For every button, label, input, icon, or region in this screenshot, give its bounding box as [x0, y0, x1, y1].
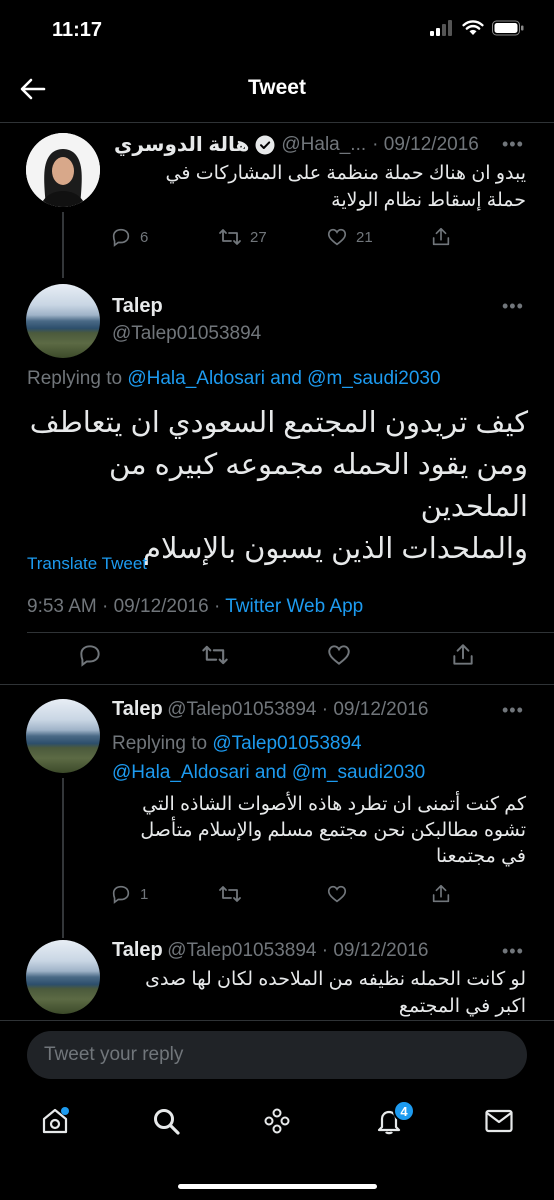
avatar-talep[interactable] [26, 284, 100, 358]
main-tweet-text: كيف تريدون المجتمع السعودي ان يتعاطف ومن… [20, 402, 528, 570]
avatar-hala[interactable] [26, 133, 100, 207]
composer-divider [0, 1020, 554, 1021]
main-text-line1: كيف تريدون المجتمع السعودي ان يتعاطف [29, 407, 528, 439]
reply1-reply-button[interactable]: 1 [110, 883, 148, 905]
header-divider [0, 122, 554, 123]
main-handle[interactable]: @Talep01053894 [112, 323, 261, 345]
tweet1-retweet-button[interactable]: 27 [218, 226, 267, 248]
reply2-text-line1: لو كانت الحمله نظيفه من الملاحده لكان له… [145, 969, 526, 990]
notifications-badge-count: 4 [400, 1103, 408, 1119]
tweet1-text-line1: يبدو ان هناك حملة منظمة على المشاركات في [165, 163, 527, 184]
status-time: 11:17 [52, 19, 103, 41]
tweet1-date: · 09/12/2016 [372, 133, 479, 155]
reply1-more-icon[interactable]: ••• [502, 700, 524, 721]
reply-icon [112, 885, 130, 904]
tweet1-share-icon[interactable] [430, 226, 452, 248]
main-reply-icon[interactable] [77, 642, 103, 668]
reply1-reply-count: 1 [140, 885, 149, 903]
reply2-name[interactable]: Talep [112, 939, 163, 961]
home-indicator [178, 1184, 377, 1189]
main-time-date: 9:53 AM · 09/12/2016 · [27, 596, 221, 617]
reply1-text-line1: كم كنت أتمنى ان تطرد هاذه الأصوات الشاذه… [142, 794, 526, 815]
main-meta: 9:53 AM · 09/12/2016 · Twitter Web App [27, 596, 363, 618]
wifi-icon [462, 20, 484, 35]
signal-icon [430, 20, 452, 36]
tweet1-reply-button[interactable]: 6 [110, 226, 148, 248]
tweet1-like-count: 21 [356, 228, 373, 246]
main-actions-divider [0, 684, 554, 685]
thread-line [62, 212, 64, 278]
reply1-handle-date[interactable]: @Talep01053894 · 09/12/2016 [167, 699, 428, 720]
reply1-replying-to: Replying to @Talep01053894 @Hala_Aldosar… [112, 729, 425, 787]
main-retweet-icon[interactable] [201, 642, 229, 668]
heart-icon [327, 228, 347, 246]
tweet1-more-icon[interactable]: ••• [502, 134, 524, 155]
status-icons [430, 20, 524, 36]
reply2-handle-date[interactable]: @Talep01053894 · 09/12/2016 [167, 940, 428, 961]
reply2-more-icon[interactable]: ••• [502, 941, 524, 962]
tweet1-retweet-count: 27 [250, 228, 267, 246]
tweet1-text: يبدو ان هناك حملة منظمة على المشاركات في… [120, 160, 527, 214]
reply1-replying-prefix: Replying to [112, 733, 208, 754]
reply1-replying-user1[interactable]: @Talep01053894 [212, 733, 361, 754]
main-replying-to: Replying to @Hala_Aldosari and @m_saudi2… [27, 368, 441, 390]
reply2-avatar[interactable] [26, 940, 100, 1014]
reply1-like-icon[interactable] [326, 883, 348, 905]
spaces-icon[interactable] [262, 1106, 292, 1136]
reply1-name[interactable]: Talep [112, 698, 163, 720]
main-text-line2: ومن يقود الحمله مجموعه كبيره من الملحدين [108, 449, 528, 523]
home-icon[interactable] [40, 1106, 70, 1136]
tweet1-reply-count: 6 [140, 228, 149, 246]
reply1-retweet-icon[interactable] [218, 883, 242, 905]
reply2-text-line2: اكبر في المجتمع [398, 996, 526, 1017]
tweet1-name[interactable]: هالة الدوسري [114, 132, 249, 157]
notifications-badge: 4 [393, 1100, 415, 1122]
reply1-avatar[interactable] [26, 699, 100, 773]
main-like-icon[interactable] [326, 642, 352, 668]
page-title: Tweet [248, 76, 306, 99]
reply-placeholder[interactable]: Tweet your reply [44, 1044, 183, 1066]
battery-icon [492, 20, 524, 36]
main-replying-prefix: Replying to [27, 368, 123, 389]
reply1-replying-user2[interactable]: @Hala_Aldosari and @m_saudi2030 [112, 758, 425, 787]
tweet1-handle[interactable]: @Hala_... [281, 134, 366, 156]
main-meta-divider [27, 632, 554, 633]
main-name[interactable]: Talep [112, 295, 163, 318]
reply1-text-line3: في مجتمعنا [435, 846, 526, 867]
tweet1-like-button[interactable]: 21 [326, 226, 373, 248]
retweet-icon [219, 229, 241, 245]
reply1-thread-line [62, 778, 64, 938]
main-share-icon[interactable] [450, 642, 476, 668]
reply2-text: لو كانت الحمله نظيفه من الملاحده لكان له… [112, 966, 526, 1020]
tweet1-text-line2: حملة إسقاط نظام الولاية [331, 190, 526, 211]
main-source[interactable]: Twitter Web App [225, 596, 363, 617]
reply2-header: Talep @Talep01053894 · 09/12/2016 [112, 939, 428, 962]
main-more-icon[interactable]: ••• [502, 296, 524, 317]
reply1-text-line2: تشوه مطالبكن نحن مجتمع مسلم والإسلام متأ… [140, 820, 526, 841]
reply1-text: كم كنت أتمنى ان تطرد هاذه الأصوات الشاذه… [112, 792, 526, 870]
translate-tweet-link[interactable]: Translate Tweet [27, 554, 147, 574]
messages-icon[interactable] [484, 1107, 514, 1135]
reply1-header: Talep @Talep01053894 · 09/12/2016 [112, 698, 428, 721]
reply1-share-icon[interactable] [430, 883, 452, 905]
reply-icon [112, 228, 130, 247]
verified-badge-icon [255, 135, 275, 154]
search-icon[interactable] [151, 1106, 181, 1136]
tweet1-header: هالة الدوسري @Hala_... · 09/12/2016 [114, 132, 479, 157]
main-replying-users[interactable]: @Hala_Aldosari and @m_saudi2030 [127, 368, 440, 389]
